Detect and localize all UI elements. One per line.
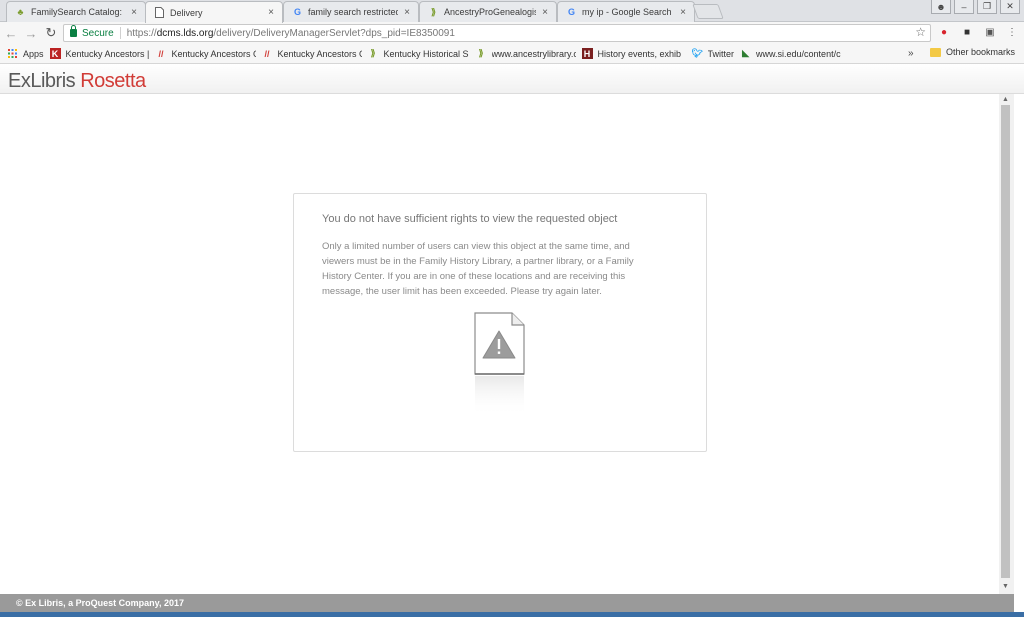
url-prefix: https:// bbox=[126, 27, 157, 39]
tab-title: Delivery bbox=[170, 7, 203, 18]
si-icon: ◣ bbox=[742, 48, 749, 58]
logo-rosetta: Rosetta bbox=[80, 70, 146, 92]
reload-icon[interactable]: ↻ bbox=[42, 24, 60, 42]
browser-window: ♣ FamilySearch Catalog: De × Delivery × … bbox=[0, 0, 1024, 617]
secure-indicator[interactable]: Secure bbox=[64, 25, 121, 39]
tab-strip: ♣ FamilySearch Catalog: De × Delivery × … bbox=[0, 0, 1024, 23]
bookmark-label: www.si.edu/content/c bbox=[756, 48, 841, 59]
google-icon: G bbox=[293, 7, 301, 17]
other-bookmarks[interactable]: Other bookmarks bbox=[930, 47, 1015, 57]
close-tab-icon[interactable]: × bbox=[402, 7, 412, 18]
url-path: /delivery/DeliveryManagerServlet?dps_pid… bbox=[213, 27, 455, 39]
minimize-icon[interactable]: – bbox=[954, 0, 974, 14]
tab-delivery[interactable]: Delivery × bbox=[145, 1, 283, 23]
new-tab-button[interactable] bbox=[692, 4, 724, 19]
bookmark-ancestrylibrary[interactable]: ⟫ www.ancestrylibrary.c bbox=[476, 48, 576, 59]
bookmark-label: Kentucky Historical S bbox=[383, 48, 469, 59]
bookmark-label: History events, exhib bbox=[597, 48, 682, 59]
bookmark-kentucky-ancestors-2[interactable]: // Kentucky Ancestors C bbox=[156, 48, 256, 59]
bookmark-label: Apps bbox=[23, 48, 44, 59]
tab-my-ip[interactable]: G my ip - Google Search × bbox=[557, 1, 695, 22]
bookmark-label: www.ancestrylibrary.c bbox=[491, 48, 576, 59]
address-bar[interactable]: Secure https://dcms.lds.org/delivery/Del… bbox=[63, 24, 931, 42]
bookmark-twitter[interactable]: 🐦︎ Twitter bbox=[692, 48, 735, 59]
tab-title: my ip - Google Search bbox=[582, 7, 672, 17]
scroll-up-arrow-icon[interactable]: ▲ bbox=[1002, 96, 1009, 103]
bookmark-label: Kentucky Ancestors C bbox=[171, 48, 256, 59]
tab-title: family search restricted n bbox=[308, 7, 398, 17]
logo-exlibris: ExLibris bbox=[8, 70, 76, 92]
close-tab-icon[interactable]: × bbox=[129, 7, 139, 18]
bookmark-history-events[interactable]: H History events, exhib bbox=[581, 48, 686, 59]
url-text[interactable]: https://dcms.lds.org/delivery/DeliveryMa… bbox=[121, 28, 455, 39]
window-controls: ☻ – ❐ ✕ bbox=[928, 0, 1020, 14]
scroll-down-arrow-icon[interactable]: ▼ bbox=[1002, 583, 1009, 590]
url-host: dcms.lds.org bbox=[156, 27, 214, 39]
extension-icon[interactable]: ■ bbox=[960, 25, 974, 39]
leaf-icon: ⟫ bbox=[370, 48, 376, 58]
document-warning-icon bbox=[474, 312, 526, 422]
folder-icon bbox=[930, 47, 941, 57]
access-denied-message: Only a limited number of users can view … bbox=[322, 241, 634, 297]
twitter-icon: 🐦︎ bbox=[691, 48, 703, 58]
bookmark-label: Kentucky Ancestors | bbox=[65, 48, 150, 59]
copyright-text: © Ex Libris, a ProQuest Company, 2017 bbox=[16, 598, 185, 608]
scrollbar-thumb[interactable] bbox=[1001, 105, 1010, 578]
viewer-content: You do not have sufficient rights to vie… bbox=[0, 94, 999, 594]
leaf-icon: ⟫ bbox=[430, 6, 436, 17]
forward-arrow-icon[interactable]: → bbox=[22, 24, 40, 42]
exlibris-rosetta-logo[interactable]: ExLibris Rosetta bbox=[8, 70, 146, 93]
vertical-scrollbar[interactable]: ▲ ▼ bbox=[999, 94, 1014, 594]
close-tab-icon[interactable]: × bbox=[266, 7, 276, 18]
close-tab-icon[interactable]: × bbox=[678, 7, 688, 18]
tree-icon: ♣ bbox=[17, 7, 24, 17]
bookmark-kentucky-ancestors-1[interactable]: K Kentucky Ancestors | bbox=[49, 48, 150, 59]
close-window-icon[interactable]: ✕ bbox=[1000, 0, 1020, 14]
other-bookmarks-label: Other bookmarks bbox=[946, 47, 1016, 57]
menu-dots-icon[interactable]: ⋮ bbox=[1005, 25, 1019, 39]
leaf-icon: ⟫ bbox=[478, 48, 484, 58]
bookmark-kentucky-ancestors-3[interactable]: // Kentucky Ancestors C bbox=[262, 48, 362, 59]
slash-icon: // bbox=[158, 48, 164, 59]
user-icon[interactable]: ☻ bbox=[931, 0, 951, 14]
h-icon: H bbox=[581, 48, 593, 59]
page-header: ExLibris Rosetta bbox=[0, 64, 1024, 94]
bookmark-star-icon[interactable]: ☆ bbox=[915, 25, 926, 39]
access-denied-panel: You do not have sufficient rights to vie… bbox=[293, 193, 707, 452]
slash-icon: // bbox=[264, 48, 270, 59]
bookmark-si-edu[interactable]: ◣ www.si.edu/content/c bbox=[740, 48, 844, 59]
ky-icon: K bbox=[49, 48, 61, 59]
bookmark-apps[interactable]: Apps bbox=[7, 48, 44, 59]
bookmarks-bar: Apps K Kentucky Ancestors | // Kentucky … bbox=[0, 44, 1024, 64]
apps-grid-icon bbox=[7, 48, 18, 59]
page-footer: © Ex Libris, a ProQuest Company, 2017 bbox=[0, 594, 1014, 612]
browser-toolbar: ← → ↻ Secure https://dcms.lds.org/delive… bbox=[0, 22, 1024, 44]
tab-ancestry-progenealogists[interactable]: ⟫ AncestryProGenealogists × bbox=[419, 1, 557, 22]
bookmark-kentucky-historical[interactable]: ⟫ Kentucky Historical S bbox=[368, 48, 470, 59]
bookmarks-overflow-chevron-icon[interactable]: » bbox=[908, 48, 914, 59]
tab-family-search-restricted[interactable]: G family search restricted n × bbox=[283, 1, 419, 22]
access-denied-title: You do not have sufficient rights to vie… bbox=[322, 213, 618, 225]
bookmark-label: Twitter bbox=[707, 48, 735, 59]
tab-title: FamilySearch Catalog: De bbox=[31, 7, 125, 17]
lock-icon bbox=[70, 25, 77, 37]
restore-icon[interactable]: ❐ bbox=[977, 0, 997, 14]
secure-label: Secure bbox=[82, 27, 114, 39]
tab-title: AncestryProGenealogists bbox=[444, 7, 536, 17]
page-icon bbox=[154, 7, 165, 18]
close-tab-icon[interactable]: × bbox=[540, 7, 550, 18]
bookmark-label: Kentucky Ancestors C bbox=[277, 48, 362, 59]
back-arrow-icon[interactable]: ← bbox=[2, 24, 20, 42]
extension-square-icon[interactable]: ▣ bbox=[983, 25, 997, 39]
google-icon: G bbox=[567, 7, 575, 17]
tab-familysearch-catalog[interactable]: ♣ FamilySearch Catalog: De × bbox=[6, 1, 146, 22]
pinterest-icon[interactable]: ● bbox=[937, 25, 951, 39]
os-taskbar bbox=[0, 612, 1024, 617]
